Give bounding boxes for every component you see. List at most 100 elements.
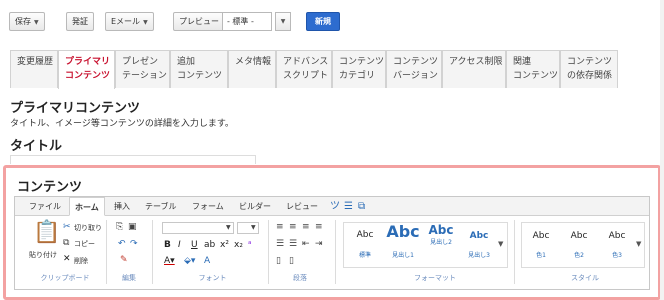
tab-label: プレゼン [122, 57, 159, 67]
underline-icon[interactable]: U [191, 240, 198, 250]
numbered-list-icon[interactable]: ☰ [289, 239, 297, 249]
title-input[interactable] [10, 155, 256, 164]
tab-additional-content[interactable]: 追加 コンテンツ [170, 50, 228, 88]
tab-content-version[interactable]: コンテンツ バージョン [386, 50, 442, 88]
delete-icon[interactable]: ✕ [63, 254, 71, 264]
preview-icon[interactable]: ⧉ [358, 197, 365, 216]
style-sample: Abc [608, 231, 626, 241]
menu-form[interactable]: フォーム [192, 197, 224, 216]
menu-file[interactable]: ファイル [29, 197, 61, 216]
format-painter-icon[interactable]: ✎ [120, 255, 128, 265]
tab-access-restriction[interactable]: アクセス制限 [442, 50, 506, 88]
source-view-icon[interactable]: ☰ [344, 197, 353, 216]
tab-label: コンテンツ [65, 71, 111, 81]
clear-format-icon[interactable]: ᵃ [248, 240, 252, 250]
style-name: 標準 [358, 252, 371, 259]
style-name: 見出し2 [430, 239, 452, 246]
new-label: 新規 [315, 17, 331, 26]
copy-label[interactable]: コピー [74, 239, 95, 249]
tab-label: アドバンス [283, 57, 329, 67]
preview-label: プレビュー [179, 17, 219, 26]
strikethrough-icon[interactable]: ab [204, 240, 215, 250]
italic-icon[interactable]: I [178, 240, 181, 250]
preview-button[interactable]: プレビュー [173, 12, 225, 31]
format-style-heading1[interactable]: Abc 見出し1 [382, 221, 424, 259]
text-effect-icon[interactable]: A [204, 256, 210, 266]
paste-icon[interactable]: 📋 [33, 222, 60, 244]
tab-presentation[interactable]: プレゼン テーション [115, 50, 170, 88]
bullet-list-icon[interactable]: ☰ [276, 239, 284, 249]
chevron-down-icon[interactable]: ▼ [636, 240, 641, 248]
outdent-icon[interactable]: ⇤ [302, 239, 310, 249]
chevron-down-icon[interactable]: ▼ [226, 223, 231, 233]
format-style-heading2[interactable]: Abc 見出し2 [422, 223, 460, 246]
bold-icon[interactable]: B [164, 240, 171, 250]
subscript-icon[interactable]: x₂ [234, 240, 243, 250]
undo-icon[interactable]: ↶ [118, 239, 126, 249]
email-button[interactable]: Eメール ▼ [105, 12, 154, 31]
tab-related-content[interactable]: 関連 コンテンツ [506, 50, 560, 88]
style-sample: Abc [570, 231, 588, 241]
tab-label: アクセス制限 [449, 57, 503, 67]
menu-builder[interactable]: ビルダー [239, 197, 271, 216]
format-group-label: フォーマット [414, 274, 456, 282]
spellcheck-icon[interactable]: ツ [330, 197, 340, 216]
tab-content-dependencies[interactable]: コンテンツ の依存関係 [560, 50, 618, 88]
delete-label[interactable]: 削除 [74, 256, 88, 266]
font-group-label: フォント [198, 274, 227, 282]
menu-table[interactable]: テーブル [145, 197, 177, 216]
align-center-icon[interactable]: ≡ [289, 222, 297, 232]
align-left-icon[interactable]: ≡ [276, 222, 284, 232]
chevron-down-icon[interactable]: ▼ [498, 240, 503, 248]
top-toolbar: 保存 ▼ 発証 Eメール ▼ プレビュー - 標準 - ▼ 新規 [0, 0, 664, 44]
publish-button[interactable]: 発証 [66, 12, 94, 31]
tab-content-category[interactable]: コンテンツ カテゴリ [332, 50, 386, 88]
chevron-down-icon: ▼ [143, 19, 148, 26]
menu-home[interactable]: ホーム [69, 197, 105, 216]
chevron-down-icon[interactable]: ▼ [251, 223, 256, 233]
redo-icon[interactable]: ↷ [130, 239, 138, 249]
find-icon[interactable]: ▣ [128, 222, 137, 232]
style-color2[interactable]: Abc 色2 [562, 230, 596, 259]
block-icon[interactable]: ▯ [289, 256, 294, 266]
align-justify-icon[interactable]: ≡ [315, 222, 323, 232]
cut-label[interactable]: 切り取り [74, 223, 102, 233]
align-right-icon[interactable]: ≡ [302, 222, 310, 232]
tab-primary-content[interactable]: プライマリ コンテンツ [58, 50, 115, 89]
style-color1[interactable]: Abc 色1 [524, 230, 558, 259]
tab-history[interactable]: 変更履歴 [10, 50, 58, 88]
style-name: 色2 [574, 252, 584, 259]
format-style-normal[interactable]: Abc 標準 [346, 226, 384, 259]
style-group-label: スタイル [571, 274, 599, 282]
chevron-down-icon: ▼ [34, 19, 39, 26]
tab-meta[interactable]: メタ情報 [228, 50, 276, 88]
style-name: 見出し1 [392, 252, 414, 259]
format-style-heading3[interactable]: Abc 見出し3 [460, 230, 498, 259]
menu-insert[interactable]: 挿入 [114, 197, 130, 216]
font-family-select[interactable] [162, 222, 234, 234]
cut-icon[interactable]: ✂ [63, 222, 71, 232]
style-color3[interactable]: Abc 色3 [600, 230, 634, 259]
preview-select[interactable]: - 標準 - [222, 12, 272, 31]
highlight-color-icon[interactable]: ⬙▾ [184, 256, 195, 266]
save-button[interactable]: 保存 ▼ [9, 12, 45, 31]
clipboard-group-label: クリップボード [40, 274, 90, 282]
tab-advanced-script[interactable]: アドバンス スクリプト [276, 50, 332, 88]
tab-bar: 変更履歴 プライマリ コンテンツ プレゼン テーション 追加 コンテンツ メタ情報 ア… [10, 50, 618, 89]
preview-select-value: - 標準 - [227, 17, 254, 26]
new-button[interactable]: 新規 [306, 12, 340, 31]
copy-icon[interactable]: ⧉ [63, 238, 69, 248]
email-label: Eメール [111, 17, 141, 26]
tab-label: コンテンツ [513, 71, 559, 81]
paragraph-icon[interactable]: ▯ [276, 256, 281, 266]
chevron-down-icon[interactable]: ▼ [275, 12, 291, 31]
indent-icon[interactable]: ⇥ [315, 239, 323, 249]
font-color-icon[interactable]: A▾ [164, 256, 175, 266]
paste-label[interactable]: 貼り付け [29, 250, 57, 260]
superscript-icon[interactable]: x² [220, 240, 229, 250]
style-name: 見出し3 [468, 252, 490, 259]
group-divider [268, 220, 269, 284]
select-all-icon[interactable]: ⎘ [116, 222, 123, 232]
menu-review[interactable]: レビュー [286, 197, 318, 216]
scrollbar[interactable] [660, 0, 664, 300]
